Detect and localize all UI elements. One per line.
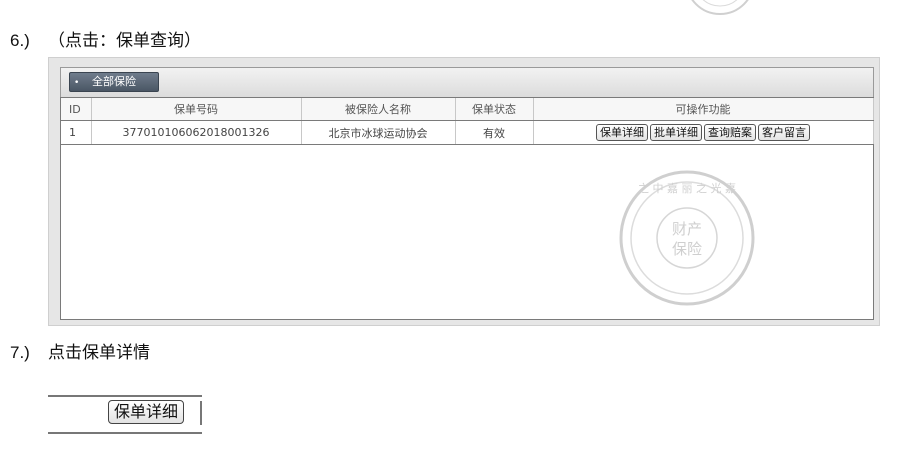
step-6-instruction: 6.) （点击：保单查询） [10,26,201,51]
step-text: 点击保单详情 [48,343,150,363]
stamp-ring-text: 之 中 嘉 丽 之 光 嘉 [638,181,736,195]
customer-message-button[interactable]: 客户留言 [758,124,810,141]
col-header-insured-name: 被保险人名称 [301,98,456,121]
col-header-status: 保单状态 [455,98,534,121]
toolbar: • 全部保险 [60,67,874,97]
cell-policy-no: 377010106062018001326 [91,120,302,145]
claim-query-button[interactable]: 查询赔案 [704,124,756,141]
zoomed-button-snippet: 保单详细 [48,393,202,435]
stamp-center-line2: 保险 [672,240,702,258]
table-row: 1 377010106062018001326 北京市冰球运动协会 有效 保单详… [61,120,874,145]
col-header-id: ID [61,98,92,121]
cell-id: 1 [61,120,92,145]
cell-status: 有效 [455,120,534,145]
stamp-fragment-icon [691,0,749,15]
cell-insured-name: 北京市冰球运动协会 [301,120,456,145]
endorsement-detail-button[interactable]: 批单详细 [650,124,702,141]
watermark-stamp-icon: 之 中 嘉 丽 之 光 嘉 财产 保险 [619,170,755,306]
policy-detail-button[interactable]: 保单详细 [596,124,648,141]
step-number: 6.) [10,31,30,50]
step-number: 7.) [10,343,30,362]
policy-detail-zoom-button[interactable]: 保单详细 [108,400,185,424]
divider [48,432,202,434]
step-7-instruction: 7.) 点击保单详情 [10,338,150,363]
stamp-center-line1: 财产 [672,220,702,238]
col-header-actions: 可操作功能 [533,98,874,121]
dot-icon: • [74,78,80,88]
cell-actions: 保单详细 批单详细 查询赔案 客户留言 [533,120,874,145]
table-header-row: ID 保单号码 被保险人名称 保单状态 可操作功能 [61,98,874,121]
divider [200,401,202,425]
step-text: （点击：保单查询） [48,31,201,51]
all-insurance-label: 全部保险 [92,75,136,88]
all-insurance-button[interactable]: • 全部保险 [69,72,159,92]
divider [48,395,202,397]
col-header-policy-no: 保单号码 [91,98,302,121]
